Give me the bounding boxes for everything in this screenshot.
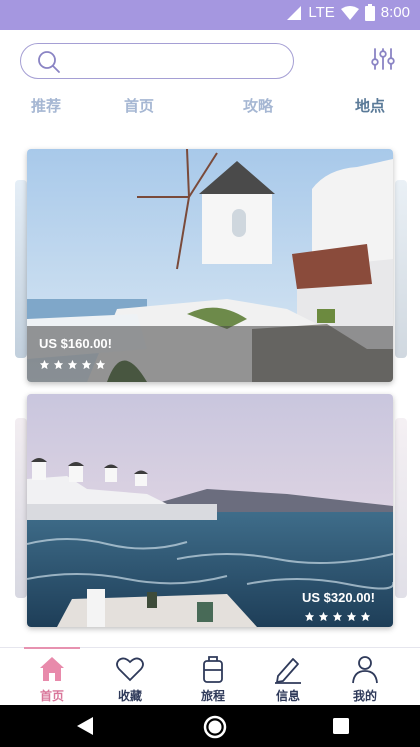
- rating-stars: [39, 359, 106, 370]
- nav-profile[interactable]: 我的: [323, 648, 407, 706]
- star-icon: [39, 359, 50, 370]
- star-icon: [67, 359, 78, 370]
- tab-recommend[interactable]: 推荐: [31, 95, 61, 116]
- nav-trips-label: 旅程: [200, 689, 225, 703]
- prev-card-peek[interactable]: [15, 418, 27, 598]
- filter-settings-icon[interactable]: [370, 46, 396, 72]
- battery-icon: [364, 4, 375, 21]
- star-icon: [304, 611, 315, 622]
- star-icon: [360, 611, 371, 622]
- destination-card[interactable]: US $160.00!: [27, 149, 393, 382]
- category-tabs: 推荐 首页 攻略 地点: [0, 95, 420, 123]
- signal-icon: [287, 5, 302, 20]
- home-circle-icon[interactable]: [203, 715, 227, 739]
- home-icon: [40, 657, 64, 681]
- star-icon: [318, 611, 329, 622]
- nav-favorites-label: 收藏: [117, 689, 142, 703]
- tab-places[interactable]: 地点: [355, 95, 385, 116]
- status-bar: LTE 8:00: [0, 0, 420, 30]
- destination-list: US $160.00! US $320.00!: [0, 130, 420, 645]
- person-icon: [352, 656, 378, 684]
- search-icon: [38, 51, 60, 73]
- star-icon: [81, 359, 92, 370]
- star-icon: [53, 359, 64, 370]
- luggage-icon: [203, 656, 223, 683]
- prev-card-peek[interactable]: [15, 180, 27, 358]
- star-icon: [332, 611, 343, 622]
- nav-profile-label: 我的: [352, 689, 377, 703]
- tab-guides[interactable]: 攻略: [243, 95, 273, 116]
- destination-card[interactable]: US $320.00!: [27, 394, 393, 627]
- price-overlay: [27, 326, 393, 382]
- heart-icon: [116, 657, 144, 682]
- tab-home[interactable]: 首页: [124, 95, 154, 116]
- rating-stars: [304, 611, 371, 622]
- nav-home[interactable]: 首页: [10, 647, 94, 706]
- system-nav-bar: [0, 705, 420, 747]
- nav-favorites[interactable]: 收藏: [88, 648, 172, 706]
- back-icon[interactable]: [77, 717, 93, 735]
- star-icon: [95, 359, 106, 370]
- search-row: [0, 30, 420, 90]
- network-label: LTE: [308, 4, 335, 21]
- card-price: US $160.00!: [39, 336, 112, 351]
- search-input[interactable]: [67, 50, 277, 72]
- wifi-icon: [340, 5, 359, 20]
- next-card-peek[interactable]: [395, 180, 407, 358]
- next-card-peek[interactable]: [395, 418, 407, 598]
- star-icon: [346, 611, 357, 622]
- bottom-nav: 首页 收藏 旅程 信息 我的: [0, 647, 420, 705]
- status-icons: LTE 8:00: [286, 4, 410, 21]
- recents-icon[interactable]: [333, 718, 349, 734]
- nav-messages-label: 信息: [275, 689, 300, 703]
- search-box[interactable]: [20, 43, 294, 79]
- card-price: US $320.00!: [302, 590, 375, 605]
- pencil-icon: [275, 658, 301, 684]
- nav-home-label: 首页: [39, 689, 64, 703]
- clock: 8:00: [380, 4, 410, 21]
- nav-trips[interactable]: 旅程: [171, 648, 255, 706]
- nav-messages[interactable]: 信息: [246, 648, 330, 706]
